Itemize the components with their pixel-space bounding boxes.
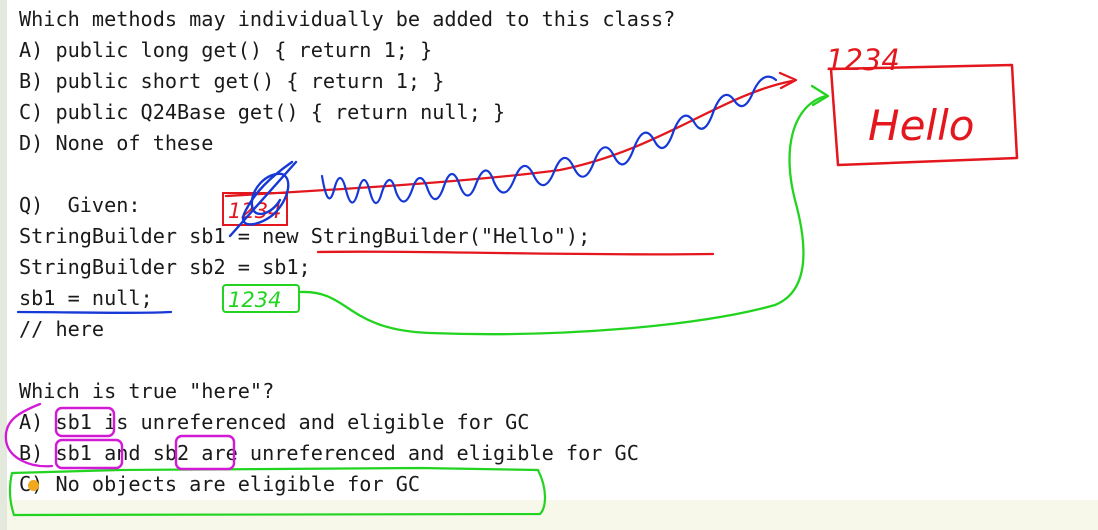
pen-cursor-icon	[28, 480, 39, 491]
question-1-option-c: C) public Q24Base get() { return null; }	[19, 100, 506, 124]
question-text: Which methods may individually be added …	[19, 4, 675, 500]
sb1-arrow-head	[778, 71, 798, 90]
question-1-option-d: D) None of these	[19, 131, 214, 155]
heap-object-box	[829, 63, 1019, 167]
bottom-highlight-band	[7, 500, 1098, 530]
question-1-prompt: Which methods may individually be added …	[19, 7, 676, 31]
heap-address-label: 1234	[826, 43, 900, 77]
left-margin-rule	[0, 0, 7, 530]
question-1-option-a: A) public long get() { return 1; }	[19, 38, 433, 62]
code-line-comment: // here	[19, 317, 105, 341]
question-2-prompt: Which is true "here"?	[19, 379, 275, 403]
question-2-option-a: A) sb1 is unreferenced and eligible for …	[19, 410, 530, 434]
heap-object-label: Hello	[868, 101, 974, 150]
code-line-sb2-assign: StringBuilder sb2 = sb1;	[19, 255, 311, 279]
code-line-sb1-null: sb1 = null;	[19, 286, 153, 310]
question-1-option-b: B) public short get() { return 1; }	[19, 69, 445, 93]
question-2-option-c: C) No objects are eligible for GC	[19, 472, 421, 496]
question-2-given: Q) Given:	[19, 193, 141, 217]
sb2-arrow-head	[810, 84, 830, 107]
question-2-option-b: B) sb1 and sb2 are unreferenced and elig…	[19, 441, 639, 465]
code-line-sb1-new: StringBuilder sb1 = new StringBuilder("H…	[19, 224, 591, 248]
